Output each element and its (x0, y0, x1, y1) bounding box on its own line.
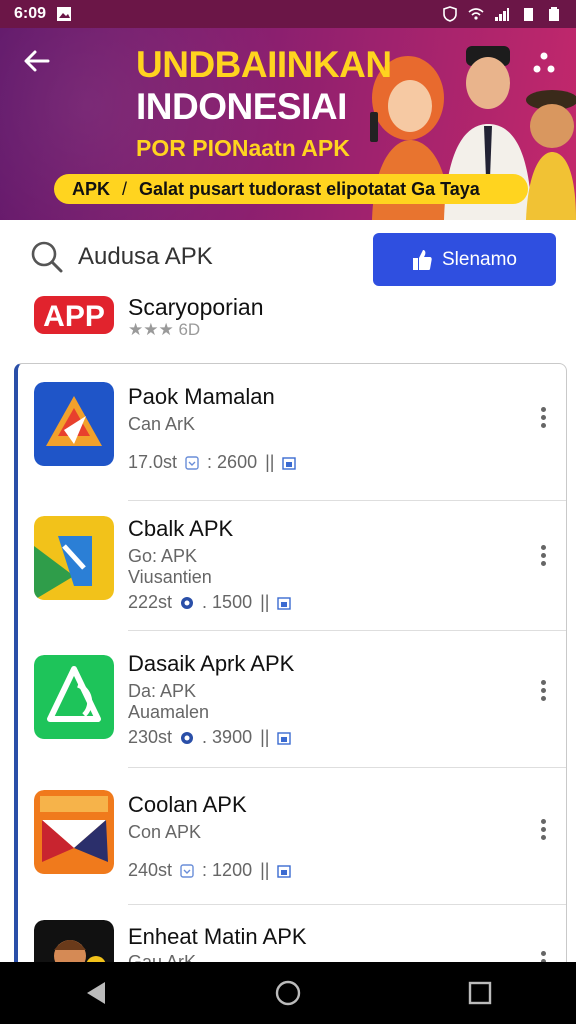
primary-action-button[interactable]: Slenamo (373, 233, 556, 286)
gallery-notification-icon (57, 7, 72, 21)
app-count: : 1200 (202, 860, 253, 880)
meta-separator: || (260, 860, 270, 880)
thumbs-up-icon (413, 249, 432, 270)
app-subtitle: Go: APK (128, 546, 198, 566)
primary-action-label: Slenamo (442, 248, 517, 270)
banner-strip-left: APK (72, 178, 111, 199)
app-subtitle: Can ArK (128, 414, 196, 434)
meta-separator: || (260, 727, 270, 747)
app-icon (34, 516, 114, 600)
app-size: 230st (128, 727, 173, 747)
app-icon (34, 790, 114, 874)
app-count: . 3900 (202, 727, 253, 747)
banner-strip-separator: / (122, 178, 128, 199)
rating-dot-icon (181, 596, 194, 609)
sim-icon (524, 8, 533, 21)
list-item[interactable]: Dasaik Aprk APK Da: APK Auamalen 230st .… (18, 631, 566, 768)
app-list: Paok Mamalan Can ArK 17.0st : 2600 || Cb… (14, 363, 567, 984)
search-icon (31, 241, 63, 273)
meta-separator: || (260, 592, 270, 612)
nav-recents-icon (468, 981, 492, 1005)
app-count: : 2600 (207, 452, 258, 472)
more-options-icon[interactable] (536, 404, 550, 438)
signal-icon (495, 8, 509, 21)
app-meta: 230st . 3900 || (128, 727, 292, 748)
download-icon (185, 455, 199, 470)
app-size: 17.0st (128, 452, 178, 472)
rating-dot-icon (181, 731, 194, 744)
nav-back-icon (87, 982, 105, 1004)
app-meta: 222st . 1500 || (128, 592, 292, 613)
app-store-logo[interactable]: APP (32, 292, 116, 338)
app-name: Cbalk APK (128, 516, 234, 541)
app-icon (34, 382, 114, 466)
app-store-logo-text: APP (43, 300, 105, 333)
wifi-icon (468, 8, 484, 20)
nav-home-icon (275, 980, 301, 1006)
app-note: Auamalen (128, 702, 210, 722)
banner-strip-right: Galat pusart tudorast elipotatat Ga Taya (139, 178, 480, 199)
meta-separator: || (265, 452, 275, 472)
calendar-icon (277, 731, 292, 745)
featured-app-name[interactable]: Scaryoporian (128, 294, 264, 321)
banner-title-line2: INDONESIAI (136, 86, 347, 127)
app-icon (34, 655, 114, 739)
app-name: Paok Mamalan (128, 384, 275, 409)
banner-subtitle: POR PIONaatn APK (136, 135, 350, 161)
status-bar: 6:09 (0, 0, 576, 28)
calendar-icon (282, 456, 297, 470)
app-meta: 17.0st : 2600 || (128, 452, 297, 473)
app-note: Viusantien (128, 567, 212, 587)
app-name: Coolan APK (128, 792, 247, 817)
shield-icon (443, 6, 457, 22)
nav-back-button[interactable] (66, 971, 126, 1015)
status-time: 6:09 (14, 5, 47, 22)
app-name: Enheat Matin APK (128, 924, 307, 949)
app-size: 222st (128, 592, 173, 612)
more-options-icon[interactable] (536, 542, 550, 576)
nav-recents-button[interactable] (450, 971, 510, 1015)
app-size: 240st (128, 860, 173, 880)
list-item[interactable]: Cbalk APK Go: APK Viusantien 222st . 150… (18, 494, 566, 631)
app-subtitle: Da: APK (128, 681, 197, 701)
banner-strip: APK / Galat pusart tudorast elipotatat G… (54, 174, 528, 204)
app-subtitle: Con APK (128, 822, 202, 842)
download-icon (180, 863, 194, 878)
more-options-icon[interactable] (536, 677, 550, 711)
navigation-bar (0, 962, 576, 1024)
app-count: . 1500 (202, 592, 253, 612)
battery-icon (549, 7, 559, 21)
search-bar[interactable]: Audusa APK (30, 234, 350, 280)
calendar-icon (277, 864, 292, 878)
nav-home-button[interactable] (258, 971, 318, 1015)
share-icon[interactable] (532, 48, 556, 78)
more-options-icon[interactable] (536, 816, 550, 850)
app-name: Dasaik Aprk APK (128, 651, 295, 676)
featured-app-rating-extra: 6D (178, 320, 201, 339)
calendar-icon (277, 596, 292, 610)
search-query: Audusa APK (78, 243, 213, 270)
star-icon: ★★★ (128, 320, 174, 339)
banner-title-line1: UNDBAIINKAN (136, 44, 392, 85)
back-arrow-icon[interactable] (22, 46, 58, 82)
promo-banner[interactable]: UNDBAIINKAN INDONESIAI POR PIONaatn APK … (0, 28, 576, 220)
app-meta: 240st : 1200 || (128, 860, 292, 881)
featured-app-rating: ★★★ 6D (128, 320, 200, 340)
list-item[interactable]: Coolan APK Con APK 240st : 1200 || (18, 768, 566, 905)
list-item[interactable]: Paok Mamalan Can ArK 17.0st : 2600 || (18, 364, 566, 501)
